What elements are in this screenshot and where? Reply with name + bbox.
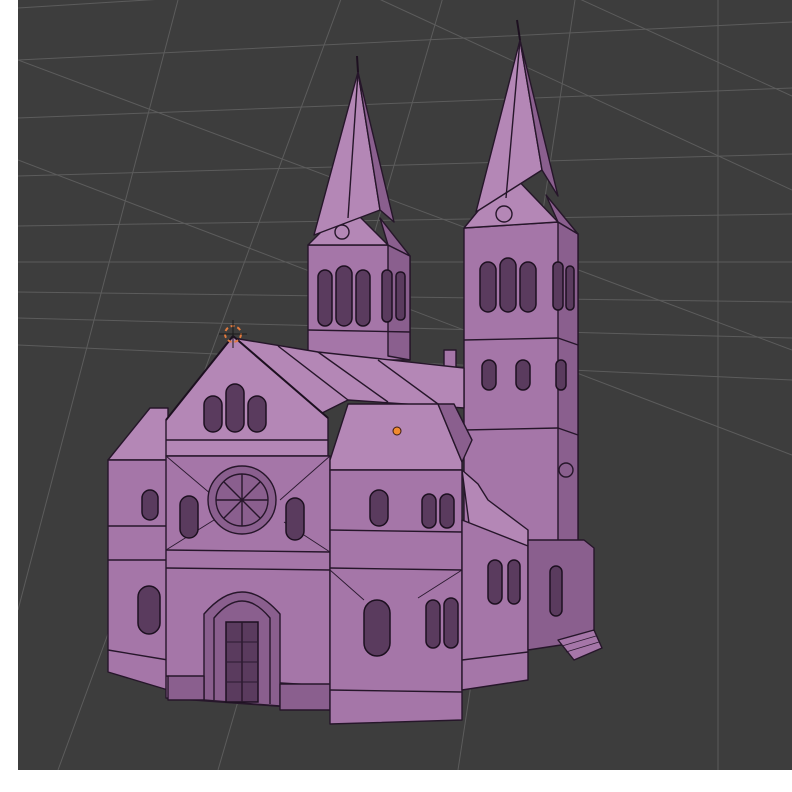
viewport-canvas[interactable]	[18, 0, 792, 770]
side-aisle-wall	[461, 519, 529, 691]
rose-window	[207, 465, 277, 535]
screenshot-frame	[0, 0, 792, 792]
main-portal	[203, 591, 281, 707]
3d-viewport[interactable]	[18, 0, 792, 770]
object-origin-icon[interactable]	[392, 426, 402, 436]
